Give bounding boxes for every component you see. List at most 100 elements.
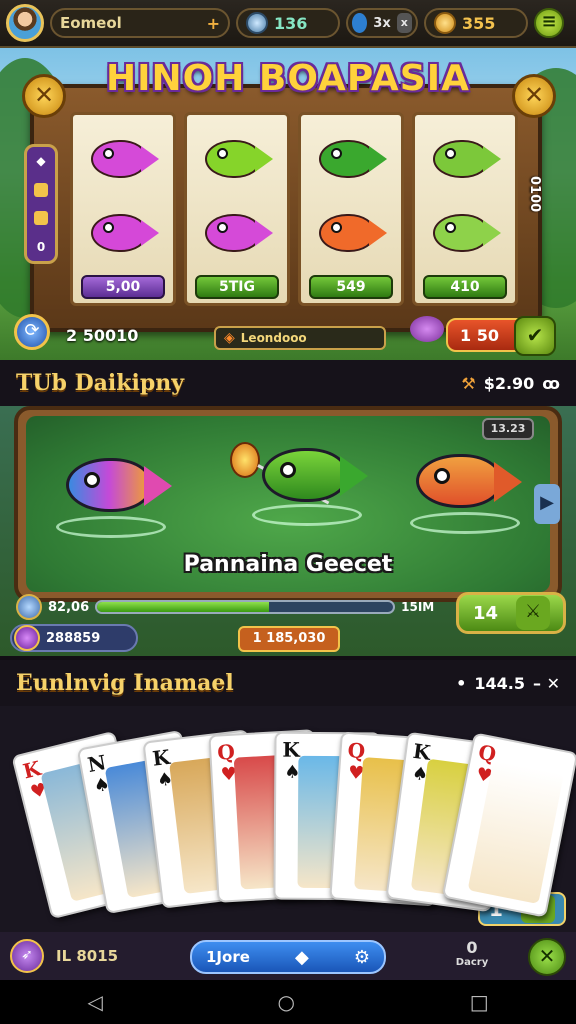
top-bar: Eomeol + 136 3x x 355 ≡	[0, 0, 576, 48]
reel-value: 549	[309, 275, 393, 299]
coins-pill[interactable]: 355	[424, 8, 528, 38]
side-panel[interactable]: ◆ 0	[24, 144, 58, 264]
green-fish[interactable]	[252, 430, 372, 520]
diamond-icon: ◆	[294, 946, 309, 968]
side-panel-count: 0	[36, 239, 46, 254]
bullet-icon: •	[456, 673, 467, 693]
close-left-button[interactable]: ✕	[22, 74, 66, 118]
progress-icon	[16, 594, 42, 620]
multiplier-value: 3x	[373, 15, 391, 31]
slot-balance: 2 50010	[66, 326, 139, 345]
hammer-icon: ⚒	[461, 373, 476, 393]
fishing-header-right: ⚒ $2.90 ꝏ	[461, 374, 560, 393]
gems-pill[interactable]: 136	[236, 8, 340, 38]
slot-reel[interactable]: 549	[298, 112, 404, 306]
progress-track	[95, 600, 396, 614]
gems-count: 136	[274, 13, 308, 33]
player-name: Eomeol	[60, 14, 122, 32]
orb-icon	[14, 625, 40, 651]
cards-header: Eunlnvig Inamael • 144.5 – ✕	[0, 660, 576, 706]
fish-symbol	[85, 206, 161, 258]
bonus-icon	[34, 211, 48, 226]
home-icon[interactable]: ○	[278, 990, 295, 1014]
slot-reel[interactable]: 5TIG	[184, 112, 290, 306]
daily-count: 0	[466, 938, 478, 957]
fish-symbol	[85, 132, 161, 184]
arrows-icon: – ✕	[533, 673, 560, 693]
system-nav-bar: ◁ ○ □	[0, 980, 576, 1024]
fishing-coins-left-value: 288859	[46, 630, 101, 646]
close-multiplier-icon[interactable]: x	[396, 13, 412, 33]
back-icon[interactable]: ◁	[87, 990, 102, 1014]
progress-fill	[97, 602, 269, 612]
progress-right-value: 15IM	[401, 600, 435, 614]
fishing-caption: Pannaina Geecet	[183, 552, 393, 577]
slot-machine-section: HINOH BOAPASIA ✕ ✕ ◆ 0 5,00 5TIG 549 410 0 1…	[0, 48, 576, 360]
bottom-bar: ➶ IL 8015 1Jore ◆ ⚙ 0 Dacry ✕	[0, 932, 576, 980]
orange-fish[interactable]	[406, 436, 526, 526]
fishing-header-value: $2.90	[483, 373, 535, 393]
daily-label: Dacry	[455, 957, 489, 968]
coin-icon	[434, 12, 456, 34]
close-button[interactable]: ✕	[528, 938, 566, 976]
card-rank: K	[20, 755, 44, 783]
reels: 5,00 5TIG 549 410	[70, 112, 518, 306]
reel-value: 5TIG	[195, 275, 279, 299]
card-hand: Q♥K♠Q♥K♠Q♥K♠N♠K♥ 1 0	[0, 706, 576, 932]
card-rank: Q	[216, 739, 236, 765]
rod-icon: ⚔	[516, 596, 551, 630]
rainbow-fish[interactable]	[56, 440, 176, 530]
fishing-progress: 82,06 15IM	[16, 594, 446, 620]
daily-counter[interactable]: 0 Dacry	[452, 938, 492, 968]
progress-left-value: 82,06	[48, 599, 90, 615]
bottom-left-value: IL 8015	[56, 947, 119, 965]
multiplier-pill[interactable]: 3x x	[346, 8, 418, 38]
fish-symbol	[427, 206, 503, 258]
fishing-timer: 13.23	[482, 418, 534, 440]
close-right-button[interactable]: ✕	[512, 74, 556, 118]
arrow-icon[interactable]: ➶	[10, 939, 44, 973]
catch-button[interactable]: 14 ⚔	[456, 592, 566, 634]
multiplier-icon	[352, 13, 368, 33]
cards-title: Eunlnvig Inamael	[16, 670, 234, 696]
player-name-pill[interactable]: Eomeol +	[50, 8, 230, 38]
bet-value: 1 50	[460, 325, 499, 345]
slot-mid-bar[interactable]: ◈ Leondooo	[214, 326, 386, 350]
cards-header-value: 144.5	[474, 673, 526, 693]
fish-symbol	[199, 132, 275, 184]
recent-apps-icon[interactable]: □	[470, 990, 489, 1014]
spin-confirm-button[interactable]: ✔	[514, 316, 556, 356]
fish-symbol	[313, 132, 389, 184]
reel-value: 5,00	[81, 275, 165, 299]
gem-decoration	[410, 316, 444, 342]
add-icon[interactable]: +	[207, 14, 220, 33]
fish-symbol	[313, 206, 389, 258]
fishing-title: TUb Daikipny	[16, 370, 185, 396]
diamond-icon: ◈	[224, 330, 235, 346]
game-title: HINOH BOAPASIA	[106, 58, 470, 99]
fishing-section: 13.23 ▶ Pannaina Geecet 82,06 15IM 14 ⚔ …	[0, 406, 576, 656]
fishing-coins-mid[interactable]: 1 185,030	[238, 626, 340, 652]
refresh-button[interactable]: ⟳	[14, 314, 50, 350]
bonus-icon	[34, 182, 48, 197]
fish-symbol	[199, 206, 275, 258]
gem-icon	[246, 12, 268, 34]
play-button[interactable]: 1Jore ◆ ⚙	[190, 940, 386, 974]
fish-symbol	[427, 132, 503, 184]
fishing-coins-left[interactable]: 288859	[10, 624, 138, 652]
next-arrow-button[interactable]: ▶	[534, 484, 560, 524]
infinity-icon: ꝏ	[542, 373, 560, 393]
slot-reel[interactable]: 410	[412, 112, 518, 306]
play-button-label: 1Jore	[206, 948, 250, 966]
player-avatar[interactable]	[6, 4, 44, 42]
slot-reel[interactable]: 5,00	[70, 112, 176, 306]
gear-icon[interactable]: ⚙	[354, 947, 370, 968]
catch-value: 14	[473, 602, 499, 624]
purple-gem-icon: ◆	[36, 154, 46, 169]
cards-header-right: • 144.5 – ✕	[456, 674, 560, 693]
coins-count: 355	[462, 13, 496, 33]
bet-box[interactable]: 1 50 ✔	[446, 316, 556, 356]
reel-value: 410	[423, 275, 507, 299]
menu-button[interactable]: ≡	[534, 8, 564, 38]
card-rank: K	[282, 737, 300, 762]
